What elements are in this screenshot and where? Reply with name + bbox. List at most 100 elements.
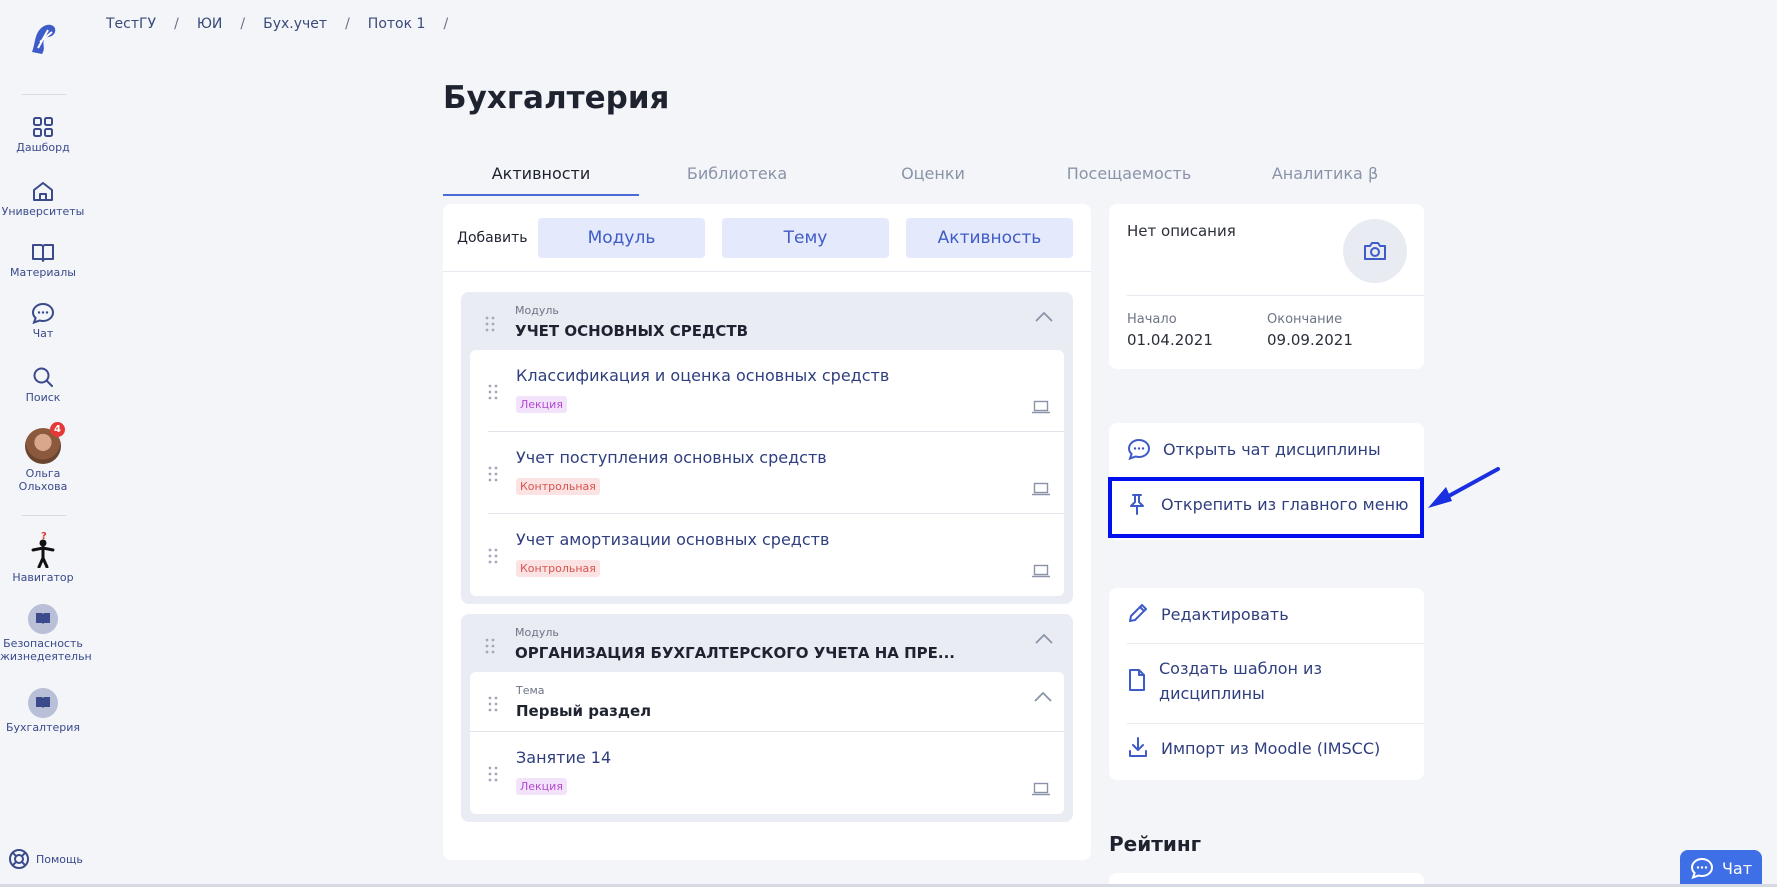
divider	[1127, 723, 1424, 724]
topic-header[interactable]: Тема Первый раздел	[470, 672, 1064, 732]
sidebar-course-safety[interactable]: Безопасность жизнедеятельн	[0, 604, 92, 663]
activity-list: Классификация и оценка основных средств …	[470, 350, 1064, 596]
upload-image-button[interactable]	[1343, 219, 1407, 283]
laptop-icon	[1032, 564, 1050, 578]
highlight-box	[1108, 477, 1424, 538]
sidebar-item-materials[interactable]: Материалы	[0, 241, 86, 279]
drag-handle-icon[interactable]	[488, 466, 498, 482]
drag-handle-icon[interactable]	[488, 384, 498, 400]
home-icon	[33, 182, 53, 201]
start-date-value: 01.04.2021	[1127, 331, 1213, 349]
activity-type-tag: Контрольная	[516, 560, 600, 577]
list-item[interactable]: Классификация и оценка основных средств …	[488, 350, 1064, 432]
module-card: Модуль ОРГАНИЗАЦИЯ БУХГАЛТЕРСКОГО УЧЕТА …	[461, 614, 1073, 822]
help-link[interactable]: Помощь	[8, 848, 83, 870]
topic-kicker: Тема	[516, 684, 545, 697]
drag-handle-icon[interactable]	[485, 316, 495, 332]
add-activity-button[interactable]: Активность	[906, 217, 1073, 258]
app-logo[interactable]	[26, 22, 60, 58]
module-card: Модуль УЧЕТ ОСНОВНЫХ СРЕДСТВ Классификац…	[461, 292, 1073, 604]
sidebar-item-label: Университеты	[1, 205, 85, 218]
dashboard-icon	[33, 117, 53, 137]
create-template-button[interactable]: Создать шаблон из дисциплины	[1127, 656, 1424, 706]
sidebar-course-accounting[interactable]: Бухгалтерия	[0, 688, 86, 734]
page-title: Бухгалтерия	[443, 80, 670, 116]
add-label: Добавить	[457, 229, 528, 246]
chevron-up-icon[interactable]	[1034, 692, 1052, 702]
course-label-line2: жизнедеятельн	[0, 650, 92, 663]
course-actions-card: Редактировать Создать шаблон из дисципли…	[1109, 588, 1424, 780]
navigator-figure-icon: ?	[31, 531, 55, 568]
search-icon	[33, 367, 53, 387]
course-icon	[28, 604, 58, 634]
user-last-name: Ольхова	[18, 480, 68, 493]
import-moodle-button[interactable]: Импорт из Moodle (IMSCC)	[1127, 736, 1424, 761]
tab-activities[interactable]: Активности	[443, 160, 639, 196]
sidebar-item-label: Навигатор	[12, 571, 74, 584]
document-icon	[1129, 669, 1145, 691]
avatar: 4	[25, 422, 65, 464]
activity-title[interactable]: Учет поступления основных средств	[516, 448, 827, 467]
import-label: Импорт из Moodle (IMSCC)	[1161, 739, 1381, 758]
sidebar-item-label: Материалы	[10, 266, 76, 279]
laptop-icon	[1032, 482, 1050, 496]
drag-handle-icon[interactable]	[488, 766, 498, 782]
tab-library[interactable]: Библиотека	[639, 160, 835, 196]
sidebar-divider	[22, 94, 66, 95]
start-date-label: Начало	[1127, 312, 1177, 327]
drag-handle-icon[interactable]	[488, 548, 498, 564]
module-header[interactable]: Модуль ОРГАНИЗАЦИЯ БУХГАЛТЕРСКОГО УЧЕТА …	[461, 614, 1073, 672]
sidebar-item-search[interactable]: Поиск	[0, 366, 86, 404]
chat-icon	[31, 302, 55, 324]
add-module-button[interactable]: Модуль	[538, 217, 705, 258]
topic-title: Первый раздел	[516, 702, 652, 720]
sidebar-item-navigator[interactable]: ? Навигатор	[0, 530, 86, 584]
chevron-up-icon[interactable]	[1035, 312, 1053, 322]
sidebar-item-chat[interactable]: Чат	[0, 302, 86, 340]
activity-title[interactable]: Классификация и оценка основных средств	[516, 366, 889, 385]
breadcrumb: ТестГУ / ЮИ / Бух.учет / Поток 1/	[106, 16, 449, 32]
tab-grades[interactable]: Оценки	[835, 160, 1031, 196]
sidebar-item-universities[interactable]: Университеты	[0, 180, 86, 218]
chevron-up-icon[interactable]	[1035, 634, 1053, 644]
end-date-label: Окончание	[1267, 312, 1343, 327]
chat-icon	[1690, 857, 1713, 879]
tab-analytics[interactable]: Аналитика β	[1227, 160, 1423, 196]
breadcrumb-item[interactable]: ТестГУ	[106, 16, 156, 32]
module-title: УЧЕТ ОСНОВНЫХ СРЕДСТВ	[515, 322, 749, 340]
sidebar-item-label: Поиск	[25, 391, 61, 404]
drag-handle-icon[interactable]	[488, 696, 498, 712]
list-item[interactable]: Учет амортизации основных средств Контро…	[488, 514, 1064, 596]
notification-badge: 4	[50, 422, 65, 437]
drag-handle-icon[interactable]	[485, 638, 495, 654]
laptop-icon	[1032, 782, 1050, 796]
chat-fab-button[interactable]: Чат	[1680, 850, 1762, 886]
activities-panel: Добавить Модуль Тему Активность Модуль У…	[443, 204, 1091, 860]
activity-type-tag: Лекция	[516, 778, 567, 795]
add-bar: Добавить Модуль Тему Активность	[443, 204, 1091, 272]
sidebar: Дашборд Университеты Материалы Чат Поиск…	[0, 0, 92, 887]
laptop-icon	[1032, 400, 1050, 414]
list-item[interactable]: Учет поступления основных средств Контро…	[488, 432, 1064, 514]
open-chat-label: Открыть чат дисциплины	[1163, 439, 1381, 459]
module-kicker: Модуль	[515, 304, 559, 317]
course-label-line1: Бухгалтерия	[5, 721, 81, 734]
help-label: Помощь	[36, 852, 83, 866]
tab-attendance[interactable]: Посещаемость	[1031, 160, 1227, 196]
activity-title[interactable]: Учет амортизации основных средств	[516, 530, 829, 549]
breadcrumb-item[interactable]: ЮИ	[197, 16, 223, 32]
rating-heading: Рейтинг	[1109, 832, 1202, 856]
topic-block: Тема Первый раздел Занятие 14 Лекция	[470, 672, 1064, 814]
edit-button[interactable]: Редактировать	[1127, 602, 1424, 627]
list-item[interactable]: Занятие 14 Лекция	[488, 732, 1064, 814]
module-header[interactable]: Модуль УЧЕТ ОСНОВНЫХ СРЕДСТВ	[461, 292, 1073, 350]
open-chat-link[interactable]: Открыть чат дисциплины	[1127, 438, 1381, 460]
user-first-name: Ольга	[25, 467, 61, 480]
breadcrumb-item[interactable]: Бух.учет	[263, 16, 327, 32]
activity-title[interactable]: Занятие 14	[516, 748, 611, 767]
activity-type-tag: Лекция	[516, 396, 567, 413]
breadcrumb-item[interactable]: Поток 1	[368, 16, 426, 32]
sidebar-item-dashboard[interactable]: Дашборд	[0, 116, 86, 154]
add-topic-button[interactable]: Тему	[722, 217, 889, 258]
sidebar-item-profile[interactable]: 4 Ольга Ольхова	[0, 422, 86, 493]
